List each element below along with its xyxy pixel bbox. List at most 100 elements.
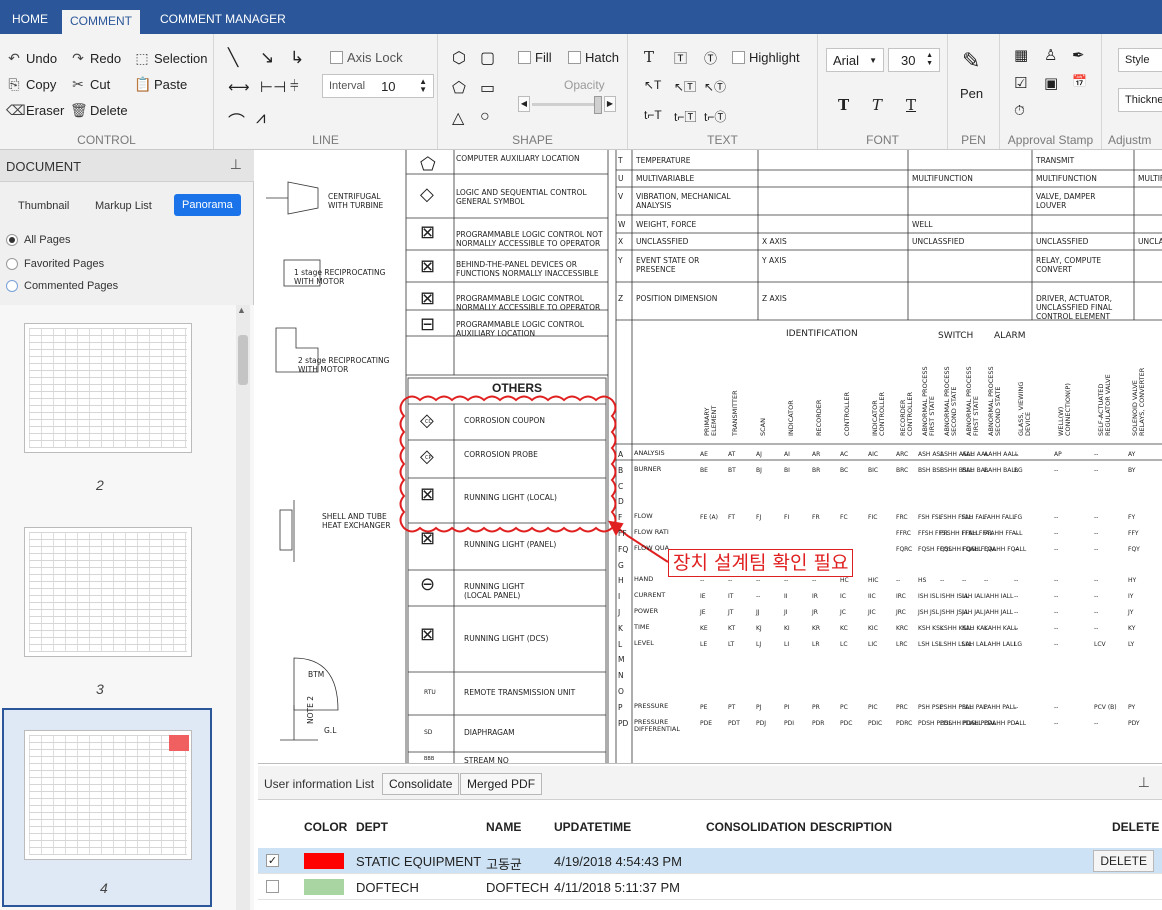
callout-button[interactable]: ↖T (644, 78, 661, 92)
cut-button[interactable]: ✂ Cut (70, 76, 110, 92)
hexagon-button[interactable]: ⬡ (452, 48, 466, 68)
stamp-image-icon[interactable]: ▣ (1044, 74, 1058, 92)
delete-row-button[interactable]: DELETE (1093, 850, 1154, 872)
identification-code: HIC (868, 577, 879, 585)
callout-rounded-button[interactable]: ↖Ⓣ (704, 78, 726, 95)
tab-comment[interactable]: COMMENT (62, 8, 140, 34)
tab-thumbnail[interactable]: Thumbnail (18, 200, 69, 212)
tab-markup-list[interactable]: Markup List (95, 200, 152, 212)
bold-button[interactable]: T (838, 96, 849, 114)
page-thumbnail-2[interactable] (24, 323, 192, 453)
merged-pdf-button[interactable]: Merged PDF (460, 773, 543, 795)
text-box-button[interactable]: 🅃 (674, 48, 687, 67)
scrollbar-thumb[interactable] (238, 335, 248, 385)
callout-box-button[interactable]: ↖🅃 (674, 78, 696, 95)
stamp-sign-icon[interactable]: ✒ (1072, 46, 1085, 64)
stamp-box-icon[interactable]: ▦ (1014, 46, 1028, 64)
thickness-select[interactable]: Thicknes (1118, 88, 1162, 112)
double-arrow-button[interactable]: ⟷ (228, 78, 250, 96)
col-dept[interactable]: DEPT (356, 820, 388, 834)
col-consolidation[interactable]: CONSOLIDATION (706, 820, 806, 834)
undo-button[interactable]: ↶ Undo (6, 50, 57, 66)
redo-button[interactable]: ↷ Redo (70, 50, 121, 66)
filter-all-pages[interactable]: All Pages (6, 234, 70, 246)
leader-rounded-button[interactable]: t⌐Ⓣ (704, 108, 726, 125)
stamp-person-icon[interactable]: ♙ (1044, 46, 1057, 64)
style-select[interactable]: Style (1118, 48, 1162, 72)
pen-icon[interactable]: ✎ (962, 48, 980, 74)
interval-input[interactable]: Interval 10 ▲ ▼ (322, 74, 434, 98)
stamp-calendar-icon[interactable]: 📅 (1072, 74, 1087, 88)
pentagon-button[interactable]: ⬠ (452, 78, 466, 98)
tab-panorama[interactable]: Panorama (174, 194, 241, 216)
polyline-button[interactable]: ↳ (290, 48, 304, 68)
letter-code: T (618, 156, 623, 165)
page-thumbnail-3[interactable] (24, 527, 192, 657)
page-thumbnail-4[interactable] (24, 730, 192, 860)
col-description[interactable]: DESCRIPTION (810, 820, 892, 834)
consolidate-button[interactable]: Consolidate (382, 773, 460, 795)
row-checkbox[interactable] (266, 880, 279, 893)
identification-code: -- (1014, 624, 1019, 632)
pen-button-label[interactable]: Pen (960, 86, 983, 101)
eraser-button[interactable]: ⌫ Eraser (6, 102, 64, 118)
selection-button[interactable]: ⬚ Selection (134, 50, 207, 66)
markup-annotation-text[interactable]: 장치 설계팀 확인 필요 (668, 549, 854, 577)
thumbnail-scrollbar[interactable] (236, 305, 250, 910)
letter-meaning: DRIVER, ACTUATOR, UNCLASSFIED FINAL CONT… (1036, 294, 1113, 321)
stamp-check-icon[interactable]: ☑ (1014, 74, 1027, 92)
scroll-up-icon[interactable]: ▲ (237, 305, 246, 315)
col-updatetime[interactable]: UPDATETIME (554, 820, 631, 834)
hatch-checkbox[interactable]: Hatch (568, 50, 619, 65)
dimension-line-button[interactable]: ⊢⊣ (260, 78, 286, 96)
underline-button[interactable]: T (906, 96, 916, 114)
table-row[interactable]: DOFTECH DOFTECH 4/11/2018 5:11:37 PM (258, 874, 1162, 900)
pin-icon[interactable]: ⊥ (230, 156, 242, 173)
identification-letter: F (618, 513, 623, 523)
paste-button[interactable]: 📋 Paste (134, 76, 187, 92)
rounded-text-button[interactable]: Ⓣ (704, 48, 717, 67)
arc-button[interactable]: ⌒ (228, 108, 245, 133)
tab-home[interactable]: HOME (4, 8, 56, 34)
rectangle-button[interactable]: ▭ (480, 78, 495, 98)
letter-meaning: X AXIS (762, 237, 787, 246)
highlight-checkbox[interactable]: Highlight (732, 50, 800, 65)
filter-favorited-pages[interactable]: Favorited Pages (6, 258, 104, 270)
row-checkbox[interactable] (266, 854, 279, 867)
delete-button[interactable]: 🗑 Delete (70, 102, 128, 118)
opacity-slider-thumb[interactable] (594, 96, 602, 114)
multi-line-button[interactable]: ⫩ (290, 78, 299, 95)
col-color[interactable]: COLOR (304, 820, 347, 834)
drawing-canvas[interactable]: CENTRIFUGAL WITH TURBINE 1 stage RECIPROC… (258, 150, 1162, 764)
spinner-icon[interactable]: ▲ ▼ (419, 78, 427, 94)
stamp-timer-icon[interactable]: ⏱ (1014, 102, 1025, 119)
font-size-input[interactable]: 30 ▲ ▼ (888, 48, 940, 72)
axis-lock-checkbox[interactable]: Axis Lock (330, 50, 403, 65)
opacity-slider[interactable]: ◀ ▶ (518, 96, 618, 114)
fill-checkbox[interactable]: Fill (518, 50, 552, 65)
ellipse-button[interactable]: ○ (480, 108, 490, 126)
col-name[interactable]: NAME (486, 820, 521, 834)
col-delete[interactable]: DELETE (1112, 820, 1159, 834)
font-family-select[interactable]: Arial ▼ (826, 48, 884, 72)
equipment-label: G.L (324, 726, 337, 735)
line-tool-button[interactable]: ╲ (228, 48, 238, 68)
arrow-line-button[interactable]: ↘ (260, 48, 274, 68)
identification-code: FY (1128, 514, 1136, 522)
tab-comment-manager[interactable]: COMMENT MANAGER (152, 8, 294, 34)
copy-button[interactable]: ⎘ Copy (6, 76, 56, 92)
leader-box-button[interactable]: t⌐🅃 (674, 108, 696, 125)
cloud-line-button[interactable]: ⩘ (256, 108, 266, 128)
filter-commented-pages[interactable]: Commented Pages (6, 280, 118, 292)
triangle-button[interactable]: △ (452, 108, 464, 128)
thumbnail-drawing (29, 532, 187, 652)
pin-icon[interactable]: ⊥ (1138, 774, 1150, 791)
rounded-rect-button[interactable]: ▢ (480, 48, 495, 68)
italic-button[interactable]: T (872, 96, 882, 114)
table-row[interactable]: STATIC EQUIPMENT 고동균 4/19/2018 4:54:43 P… (258, 848, 1162, 874)
selected-page-frame[interactable]: 4 (2, 708, 212, 907)
leader-text-button[interactable]: t⌐T (644, 108, 662, 122)
identification-code: -- (1094, 545, 1099, 553)
spinner-icon[interactable]: ▲ ▼ (926, 52, 933, 68)
text-tool-button[interactable]: T (644, 48, 654, 66)
